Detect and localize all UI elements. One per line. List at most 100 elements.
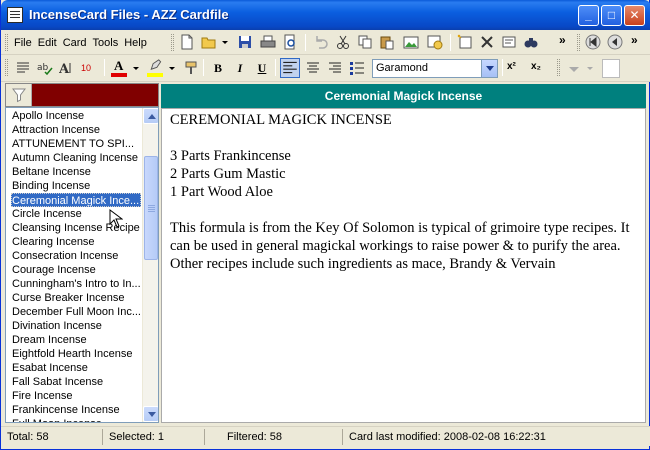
list-item[interactable]: Courage Incense	[12, 263, 140, 277]
menu-tools[interactable]: Tools	[90, 37, 122, 49]
first-card-icon[interactable]	[585, 34, 601, 50]
new-card-icon[interactable]	[457, 34, 473, 50]
font-name-select[interactable]: Garamond	[372, 59, 498, 78]
list-item[interactable]: Autumn Cleaning Incense	[12, 151, 140, 165]
insert-date-icon[interactable]	[427, 34, 443, 50]
spell-check-icon[interactable]: ab	[37, 60, 53, 76]
style-dropdown-secondary-icon[interactable]	[585, 60, 595, 76]
align-left-icon	[283, 61, 297, 74]
list-item[interactable]: Eightfold Hearth Incense	[12, 347, 140, 361]
list-item-selected[interactable]: Ceremonial Magick Ince...	[11, 193, 141, 207]
list-item[interactable]: ATTUNEMENT TO SPI...	[12, 137, 140, 151]
list-item[interactable]: Fall Sabat Incense	[12, 375, 140, 389]
text-color-icon: A	[114, 58, 124, 73]
font-size-value[interactable]: 10	[81, 63, 91, 73]
minimize-button[interactable]: _	[578, 5, 599, 26]
card-text-line: This formula is from the Key Of Solomon …	[170, 220, 630, 236]
format-toolbar-grip[interactable]	[5, 59, 8, 76]
highlight-color-button[interactable]	[147, 58, 163, 78]
list-item[interactable]: Frankincense Incense	[12, 403, 140, 417]
menu-edit[interactable]: Edit	[35, 37, 60, 49]
italic-button[interactable]: I	[232, 60, 248, 76]
list-item[interactable]: December Full Moon Inc...	[12, 305, 140, 319]
list-item[interactable]: Divination Incense	[12, 319, 140, 333]
toolbar-separator	[104, 59, 105, 76]
find-icon[interactable]	[523, 34, 539, 50]
list-item[interactable]: Dream Incense	[12, 333, 140, 347]
highlight-dropdown-icon[interactable]	[168, 60, 176, 76]
close-button[interactable]: ✕	[624, 5, 645, 26]
text-color-dropdown-icon[interactable]	[132, 60, 140, 76]
scroll-thumb[interactable]	[144, 156, 158, 260]
undo-icon[interactable]	[313, 34, 329, 50]
toolbar-overflow-icon[interactable]: »	[559, 33, 566, 47]
previous-card-icon[interactable]	[607, 34, 623, 50]
status-filtered: Filtered: 58	[223, 429, 343, 445]
print-preview-icon[interactable]	[282, 34, 298, 50]
filter-bar[interactable]	[5, 83, 159, 107]
print-icon[interactable]	[260, 34, 276, 50]
paste-icon[interactable]	[379, 34, 395, 50]
highlighter-icon	[150, 59, 162, 70]
list-scrollbar[interactable]	[142, 108, 158, 422]
list-item[interactable]: Beltane Incense	[12, 165, 140, 179]
list-item[interactable]: Curse Breaker Incense	[12, 291, 140, 305]
toolbar-grip[interactable]	[171, 34, 174, 51]
list-item[interactable]: Apollo Incense	[12, 109, 140, 123]
app-window: IncenseCard Files - AZZ Cardfile _ □ ✕ F…	[0, 0, 650, 450]
window-title: IncenseCard Files - AZZ Cardfile	[29, 7, 229, 22]
bold-button[interactable]: B	[210, 60, 226, 76]
style-input[interactable]	[602, 59, 620, 78]
list-item[interactable]: Cunningham's Intro to In...	[12, 277, 140, 291]
card-text-line: 3 Parts Frankincense	[170, 148, 291, 164]
list-item[interactable]: Attraction Incense	[12, 123, 140, 137]
insert-picture-icon[interactable]	[403, 34, 419, 50]
align-right-icon[interactable]	[327, 60, 343, 76]
card-properties-icon[interactable]	[501, 34, 517, 50]
cut-icon[interactable]	[335, 34, 351, 50]
menu-card[interactable]: Card	[60, 37, 90, 49]
title-bar[interactable]: IncenseCard Files - AZZ Cardfile _ □ ✕	[1, 0, 650, 30]
copy-icon[interactable]	[357, 34, 373, 50]
new-file-icon[interactable]	[179, 34, 195, 50]
nav-overflow-icon[interactable]: »	[631, 33, 638, 47]
card-content-editor[interactable]: CEREMONIAL MAGICK INCENSE 3 Parts Franki…	[161, 108, 646, 423]
menu-file[interactable]: File	[11, 37, 35, 49]
delete-card-icon[interactable]	[479, 34, 495, 50]
menu-grip[interactable]	[5, 34, 8, 51]
list-item[interactable]: Binding Incense	[12, 179, 140, 193]
superscript-button[interactable]: x²	[507, 61, 516, 72]
save-icon[interactable]	[237, 34, 253, 50]
open-folder-icon[interactable]	[201, 34, 217, 50]
align-left-button[interactable]	[280, 58, 300, 78]
open-dropdown-icon[interactable]	[221, 34, 229, 50]
text-color-swatch	[111, 73, 127, 77]
subscript-button[interactable]: x₂	[531, 61, 541, 72]
chevron-down-icon[interactable]	[481, 60, 497, 77]
list-item[interactable]: Consecration Incense	[12, 249, 140, 263]
paragraph-format-icon[interactable]	[15, 60, 31, 76]
align-center-icon[interactable]	[305, 60, 321, 76]
close-icon: ✕	[629, 8, 640, 22]
menu-help[interactable]: Help	[121, 37, 150, 49]
card-text-line: can be used in general magickal workings…	[170, 238, 621, 254]
font-icon[interactable]: A	[59, 60, 75, 76]
extra-toolbar-grip[interactable]	[557, 59, 560, 76]
cardfile-app-icon[interactable]	[7, 7, 23, 23]
toolbar-separator	[203, 59, 204, 76]
format-painter-icon[interactable]	[183, 60, 199, 76]
card-list[interactable]: Full Moon IncenseFrankincense IncenseFir…	[5, 107, 159, 423]
list-item[interactable]: Full Moon Incense	[12, 417, 140, 422]
maximize-button[interactable]: □	[601, 5, 622, 26]
style-dropdown-icon[interactable]	[567, 60, 581, 76]
text-color-button[interactable]: A	[111, 58, 127, 78]
list-item[interactable]: Clearing Incense	[12, 235, 140, 249]
nav-toolbar-grip[interactable]	[577, 34, 580, 51]
bullet-list-icon[interactable]	[349, 60, 365, 76]
list-item[interactable]: Fire Incense	[12, 389, 140, 403]
scroll-up-button[interactable]	[143, 108, 158, 124]
underline-button[interactable]: U	[254, 60, 270, 76]
scroll-down-button[interactable]	[143, 406, 158, 422]
list-item[interactable]: Esabat Incense	[12, 361, 140, 375]
filter-button[interactable]	[6, 84, 32, 106]
